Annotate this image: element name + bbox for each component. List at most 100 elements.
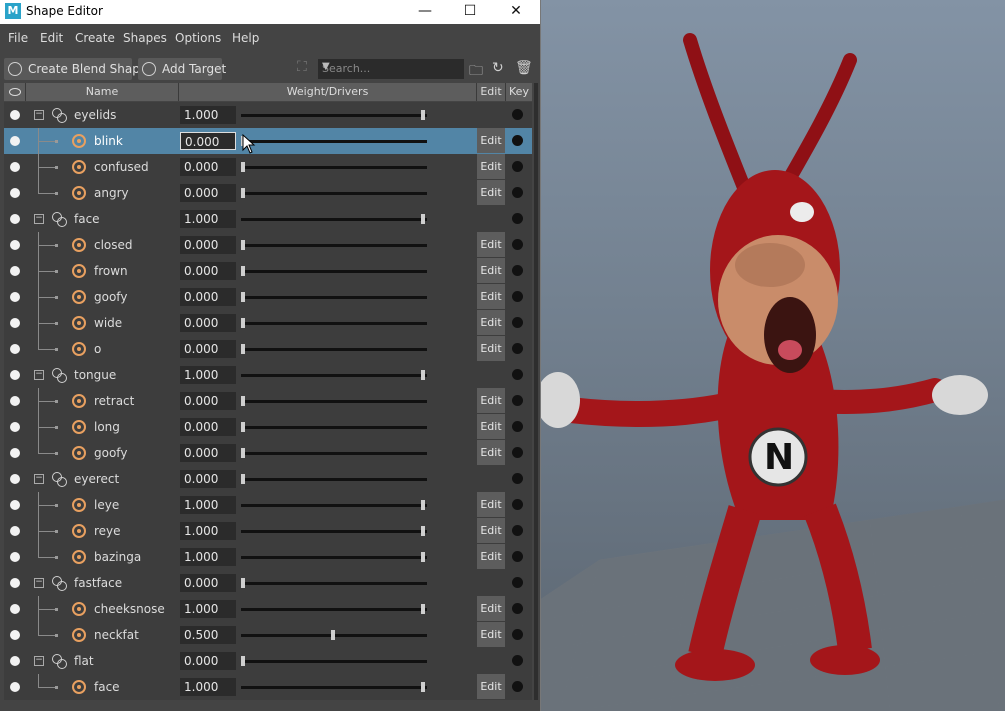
slider-handle[interactable] (421, 110, 425, 120)
key-button[interactable] (512, 239, 523, 250)
target-row[interactable]: blink 0.000 Edit (4, 128, 532, 154)
edit-button[interactable]: Edit (477, 180, 505, 205)
weight-column-header[interactable]: Weight/Drivers (179, 83, 477, 101)
edit-button[interactable]: Edit (477, 518, 505, 543)
weight-slider[interactable] (241, 162, 427, 172)
slider-handle[interactable] (421, 552, 425, 562)
menu-edit[interactable]: Edit (40, 31, 63, 45)
weight-slider[interactable] (241, 474, 427, 484)
weight-slider[interactable] (241, 630, 427, 640)
target-row[interactable]: cheeksnose 1.000 Edit (4, 596, 532, 622)
key-button[interactable] (512, 603, 523, 614)
target-row[interactable]: long 0.000 Edit (4, 414, 532, 440)
visibility-toggle[interactable] (10, 292, 20, 302)
edit-button[interactable]: Edit (477, 232, 505, 257)
slider-handle[interactable] (241, 240, 245, 250)
shape-name[interactable]: retract (94, 394, 134, 408)
weight-slider[interactable] (241, 188, 427, 198)
visibility-toggle[interactable] (10, 422, 20, 432)
name-column-header[interactable]: Name (26, 83, 179, 101)
edit-button[interactable]: Edit (477, 440, 505, 465)
shape-name[interactable]: angry (94, 186, 129, 200)
weight-slider[interactable] (241, 292, 427, 302)
slider-handle[interactable] (331, 630, 335, 640)
weight-slider[interactable] (241, 136, 427, 146)
weight-slider[interactable] (241, 500, 427, 510)
slider-handle[interactable] (421, 604, 425, 614)
menu-shapes[interactable]: Shapes (123, 31, 167, 45)
target-row[interactable]: wide 0.000 Edit (4, 310, 532, 336)
target-row[interactable]: neckfat 0.500 Edit (4, 622, 532, 648)
target-row[interactable]: closed 0.000 Edit (4, 232, 532, 258)
group-row[interactable]: − face 1.000 (4, 206, 532, 232)
weight-field[interactable]: 0.000 (180, 470, 236, 488)
shape-name[interactable]: flat (74, 654, 94, 668)
new-folder-icon[interactable]: 🗀 (469, 60, 483, 84)
maximize-button[interactable]: ☐ (447, 0, 493, 24)
slider-handle[interactable] (241, 422, 245, 432)
shape-name[interactable]: goofy (94, 290, 127, 304)
visibility-toggle[interactable] (10, 370, 20, 380)
target-row[interactable]: reye 1.000 Edit (4, 518, 532, 544)
weight-slider[interactable] (241, 448, 427, 458)
shape-name[interactable]: eyerect (74, 472, 119, 486)
edit-button[interactable]: Edit (477, 336, 505, 361)
shape-name[interactable]: face (94, 680, 120, 694)
weight-field[interactable]: 1.000 (180, 496, 236, 514)
search-input[interactable]: Search... ▼ (318, 59, 464, 79)
weight-field[interactable]: 0.000 (180, 340, 236, 358)
chevron-down-icon[interactable]: ▼ (322, 61, 461, 72)
weight-field[interactable]: 0.000 (180, 288, 236, 306)
weight-field[interactable]: 1.000 (180, 522, 236, 540)
target-row[interactable]: angry 0.000 Edit (4, 180, 532, 206)
shape-name[interactable]: eyelids (74, 108, 116, 122)
weight-field[interactable]: 0.000 (180, 574, 236, 592)
collapse-toggle-icon[interactable]: − (34, 578, 44, 588)
group-row[interactable]: − eyelids 1.000 (4, 102, 532, 128)
slider-handle[interactable] (241, 162, 245, 172)
key-button[interactable] (512, 421, 523, 432)
slider-handle[interactable] (241, 188, 245, 198)
weight-field[interactable]: 0.000 (180, 444, 236, 462)
shape-name[interactable]: face (74, 212, 100, 226)
minimize-button[interactable]: — (402, 0, 448, 24)
key-column-header[interactable]: Key (506, 83, 532, 101)
key-button[interactable] (512, 447, 523, 458)
shape-name[interactable]: o (94, 342, 101, 356)
slider-handle[interactable] (421, 214, 425, 224)
weight-field[interactable]: 1.000 (180, 210, 236, 228)
visibility-toggle[interactable] (10, 318, 20, 328)
key-button[interactable] (512, 109, 523, 120)
weight-slider[interactable] (241, 110, 427, 120)
weight-slider[interactable] (241, 344, 427, 354)
edit-column-header[interactable]: Edit (477, 83, 506, 101)
delete-icon[interactable]: 🗑 (515, 60, 533, 76)
key-button[interactable] (512, 161, 523, 172)
target-row[interactable]: confused 0.000 Edit (4, 154, 532, 180)
shape-name[interactable]: bazinga (94, 550, 141, 564)
key-button[interactable] (512, 369, 523, 380)
weight-slider[interactable] (241, 214, 427, 224)
shape-name[interactable]: wide (94, 316, 122, 330)
slider-handle[interactable] (241, 266, 245, 276)
weight-field[interactable]: 0.000 (180, 184, 236, 202)
group-row[interactable]: − tongue 1.000 (4, 362, 532, 388)
visibility-toggle[interactable] (10, 162, 20, 172)
menu-file[interactable]: File (8, 31, 28, 45)
shape-name[interactable]: neckfat (94, 628, 139, 642)
shape-name[interactable]: cheeksnose (94, 602, 165, 616)
refresh-icon[interactable]: ↻ (492, 60, 504, 76)
slider-handle[interactable] (241, 344, 245, 354)
slider-handle[interactable] (241, 448, 245, 458)
weight-field[interactable]: 0.000 (180, 314, 236, 332)
weight-field[interactable]: 0.000 (180, 652, 236, 670)
weight-field[interactable]: 1.000 (180, 600, 236, 618)
shape-name[interactable]: goofy (94, 446, 127, 460)
edit-button[interactable]: Edit (477, 310, 505, 335)
weight-slider[interactable] (241, 370, 427, 380)
visibility-toggle[interactable] (10, 344, 20, 354)
weight-slider[interactable] (241, 266, 427, 276)
shape-name[interactable]: fastface (74, 576, 122, 590)
shape-name[interactable]: blink (94, 134, 123, 148)
target-row[interactable]: bazinga 1.000 Edit (4, 544, 532, 570)
